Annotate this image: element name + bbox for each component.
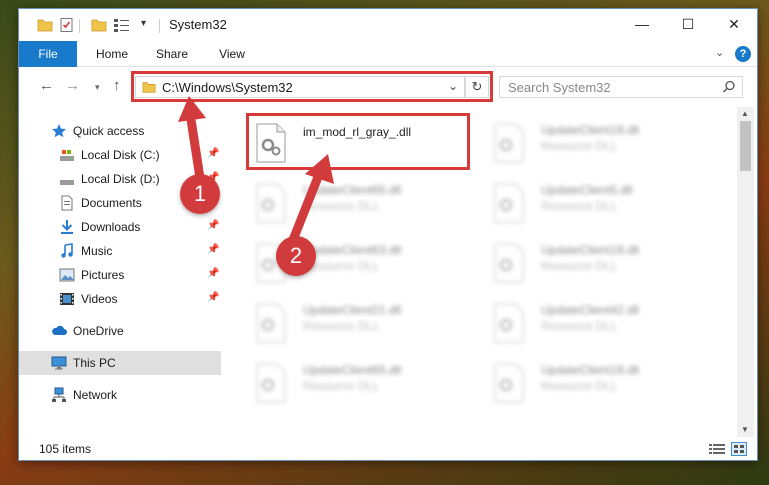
- arrow-1: [178, 96, 206, 183]
- arrow-2: [288, 154, 334, 245]
- step-2-callout: 2: [276, 236, 316, 276]
- step-1-callout: 1: [180, 174, 220, 214]
- callout-arrows: [178, 96, 334, 245]
